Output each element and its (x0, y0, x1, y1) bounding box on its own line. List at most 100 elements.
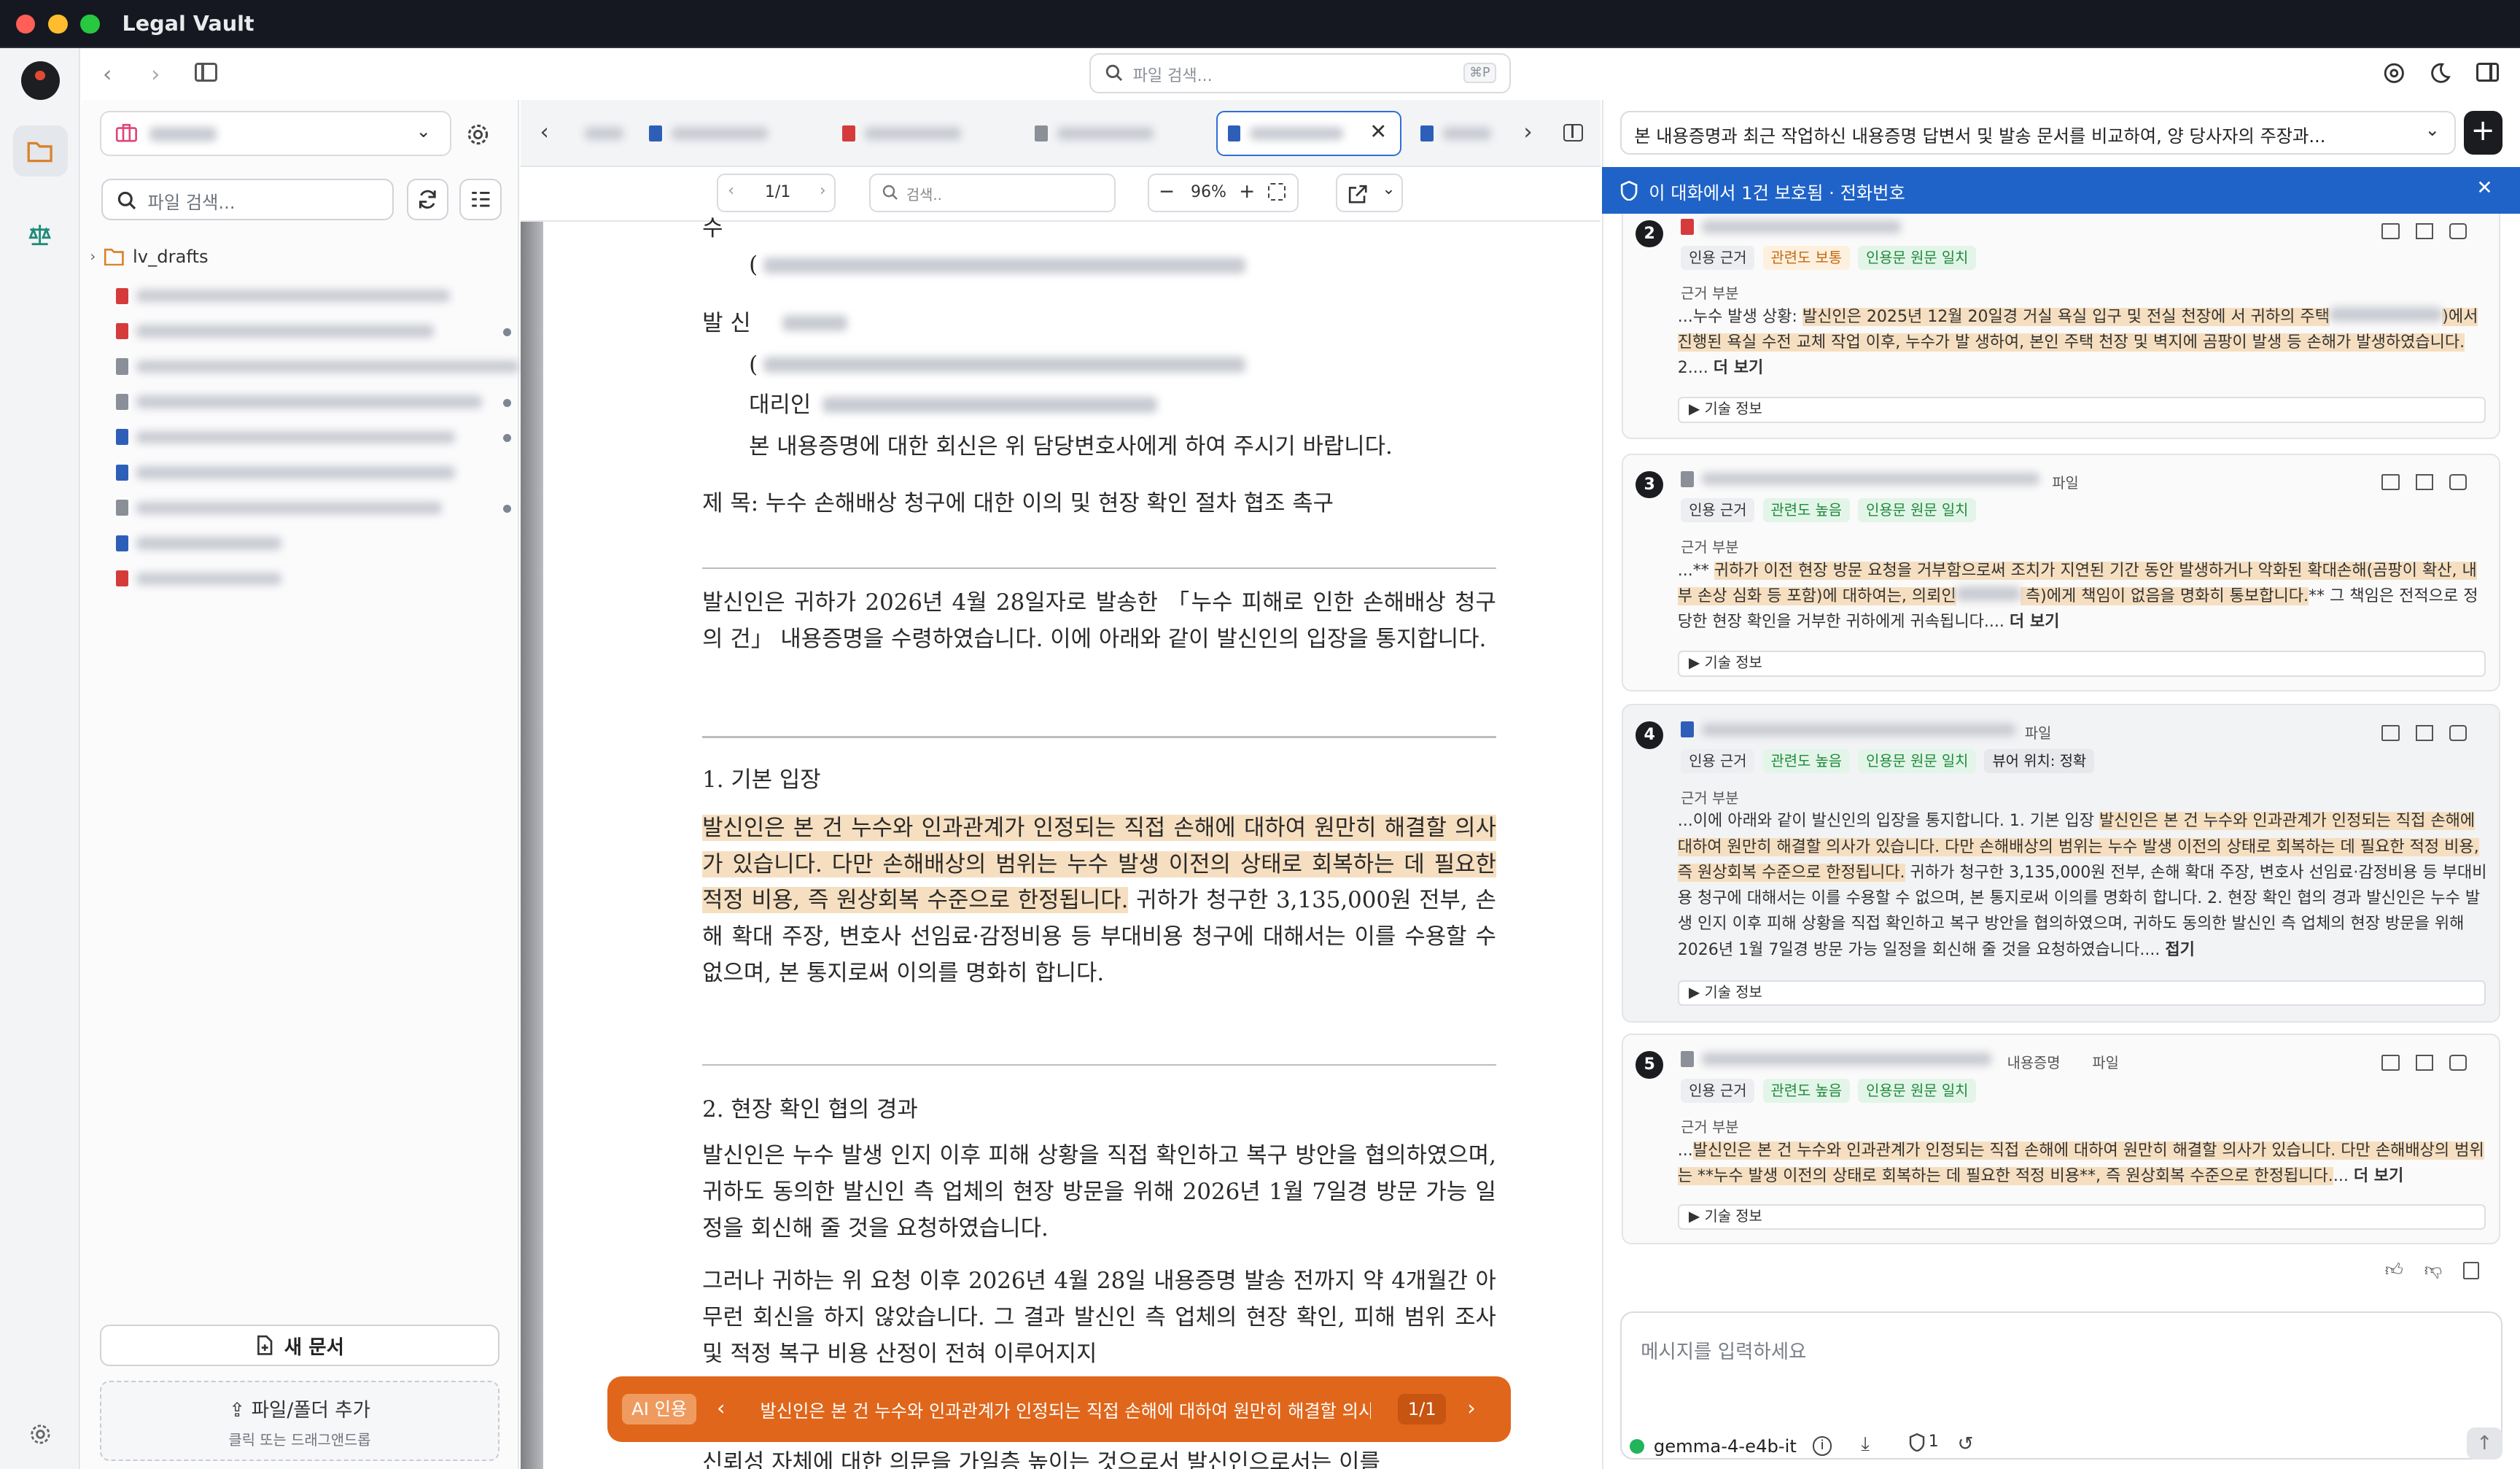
briefcase-icon (116, 124, 138, 143)
refresh-icon (419, 190, 436, 209)
workspace-select[interactable]: ⌄ (99, 111, 452, 156)
close-banner-icon[interactable]: ✕ (2476, 177, 2492, 199)
file-item[interactable] (112, 492, 511, 524)
upload-label: 파일/폴더 추가 (251, 1398, 370, 1422)
file-item[interactable] (112, 527, 506, 559)
badge: 관련도 높음 (1762, 748, 1851, 773)
tab-item[interactable] (639, 111, 820, 156)
preview-icon[interactable] (2381, 1054, 2400, 1071)
forward-button[interactable]: › (151, 61, 160, 88)
help-icon[interactable] (2384, 63, 2405, 84)
show-more-link[interactable]: 더 보기 (1714, 359, 1763, 377)
copy-icon[interactable] (2449, 1054, 2468, 1071)
toggle-right-panel-icon[interactable] (2476, 62, 2500, 82)
tech-info-toggle[interactable]: ▶ 기술 정보 (1677, 980, 2486, 1007)
badge: 인용 근거 (1681, 1078, 1755, 1103)
subject-line: 제 목: 누수 손해배상 청구에 대한 이의 및 현장 확인 절차 협조 촉구 (702, 489, 1334, 516)
file-item[interactable] (112, 350, 519, 382)
file-item[interactable] (112, 421, 511, 453)
preview-icon[interactable] (2381, 223, 2400, 240)
page-navigator[interactable]: ‹ 1/1 › (716, 174, 836, 212)
tab-item[interactable] (1411, 111, 1507, 156)
close-tab-icon[interactable]: ✕ (1369, 119, 1387, 144)
report-icon[interactable] (2462, 1262, 2479, 1280)
prev-page-icon[interactable]: ‹ (728, 182, 734, 200)
collapse-link[interactable]: 접기 (2165, 941, 2195, 959)
zoom-out-button[interactable]: − (1159, 180, 1175, 203)
file-item[interactable] (112, 562, 506, 594)
section-2-paragraph-3: 신뢰성 자체에 대한 의문을 가일층 높이는 것으로서 발신인으로서는 이를 (702, 1449, 1380, 1469)
new-chat-button[interactable]: + (2463, 111, 2502, 155)
chevron-down-icon[interactable]: ⌄ (1382, 180, 1395, 198)
reply-instruction: 본 내용증명에 대한 회신은 위 담당변호사에게 하여 주시기 바랍니다. (749, 433, 1393, 460)
tab-item-active[interactable]: ✕ (1216, 111, 1401, 156)
card-actions (2381, 223, 2468, 240)
refresh-button[interactable] (406, 178, 448, 220)
external-link-icon[interactable] (2415, 725, 2433, 742)
tabs-scroll-left[interactable]: ‹ (540, 119, 549, 145)
external-link-icon[interactable] (2415, 1054, 2433, 1071)
sidebar-search-input[interactable]: 파일 검색... (101, 178, 394, 220)
fit-page-icon[interactable] (1267, 183, 1286, 201)
intro-paragraph: 발신인은 귀하가 2026년 4월 28일자로 발송한 「누수 피해로 인한 손… (702, 589, 1496, 653)
copy-icon[interactable] (2449, 725, 2468, 742)
settings-button[interactable] (13, 1408, 68, 1460)
citation-number: 2 (1636, 220, 1663, 248)
file-item[interactable] (112, 315, 511, 347)
folder-icon (104, 248, 125, 265)
open-external-button[interactable]: ⌄ (1335, 174, 1404, 212)
thumbs-up-icon[interactable]: 👍︎ (2385, 1259, 2403, 1281)
global-search[interactable]: 파일 검색... ⌘P (1089, 53, 1511, 93)
tab-item[interactable] (1025, 111, 1205, 156)
maximize-window-button[interactable] (80, 14, 100, 34)
folder-lv-drafts[interactable]: › lv_drafts (90, 246, 208, 267)
download-icon[interactable]: ⤓ (1861, 1433, 1870, 1456)
conversation-select[interactable]: 본 내용증명과 최근 작업하신 내용증명 답변서 및 발송 문서를 비교하여, … (1619, 111, 2456, 155)
tab-item[interactable] (833, 111, 1013, 156)
show-more-link[interactable]: 더 보기 (2354, 1167, 2403, 1185)
send-button[interactable]: ↑ (2467, 1427, 2502, 1460)
doc-search-input[interactable]: 검색.. (869, 174, 1116, 212)
upload-dropzone[interactable]: ⇪ 파일/폴더 추가 클릭 또는 드래그앤드롭 (99, 1381, 500, 1462)
close-window-button[interactable] (16, 14, 36, 34)
file-item[interactable] (112, 386, 511, 418)
thumbs-down-icon[interactable]: 👎︎ (2424, 1259, 2443, 1281)
files-nav-button[interactable] (12, 125, 68, 177)
external-link-icon[interactable] (2415, 474, 2433, 491)
tree-view-button[interactable] (459, 178, 502, 220)
history-icon[interactable]: ↺ (1957, 1433, 1973, 1455)
tech-info-toggle[interactable]: ▶ 기술 정보 (1677, 397, 2486, 423)
copy-icon[interactable] (2449, 223, 2468, 240)
legal-nav-button[interactable] (13, 209, 68, 261)
file-item[interactable] (112, 457, 506, 489)
toggle-sidebar-icon[interactable] (194, 62, 217, 82)
prev-citation-button[interactable]: ‹ (717, 1395, 725, 1420)
dark-mode-icon[interactable] (2430, 63, 2451, 84)
sender-address: ( (749, 352, 758, 379)
back-button[interactable]: ‹ (103, 61, 112, 88)
minimize-window-button[interactable] (48, 14, 68, 34)
gear-icon[interactable] (466, 123, 490, 147)
tech-info-toggle[interactable]: ▶ 기술 정보 (1677, 651, 2486, 677)
next-citation-button[interactable]: › (1467, 1395, 1475, 1420)
split-view-icon[interactable] (1563, 123, 1583, 142)
divider (702, 567, 1496, 570)
tabs-scroll-right[interactable]: › (1523, 119, 1532, 145)
badge: 인용문 원문 일치 (1858, 748, 1977, 773)
preview-icon[interactable] (2381, 474, 2400, 491)
new-document-button[interactable]: 새 문서 (99, 1325, 500, 1367)
tech-info-toggle[interactable]: ▶ 기술 정보 (1677, 1204, 2486, 1230)
next-page-icon[interactable]: › (820, 182, 826, 200)
conversation-title: 본 내용증명과 최근 작업하신 내용증명 답변서 및 발송 문서를 비교하여, … (1634, 125, 2326, 147)
info-icon[interactable]: i (1812, 1436, 1832, 1456)
zoom-in-button[interactable]: + (1239, 180, 1255, 203)
tab-item[interactable] (575, 111, 633, 156)
protected-indicator[interactable]: 1 (1909, 1433, 1939, 1452)
copy-icon[interactable] (2449, 474, 2468, 491)
preview-icon[interactable] (2381, 725, 2400, 742)
citation-card: 5 내용증명 파일 인용 근거 관련도 높음 인용문 원문 일치 근거 부분 .… (1621, 1034, 2501, 1244)
show-more-link[interactable]: 더 보기 (2010, 613, 2059, 631)
model-selector[interactable]: gemma-4-e4b-it i (1629, 1435, 1832, 1457)
file-item[interactable] (112, 279, 506, 311)
external-link-icon[interactable] (2415, 223, 2433, 240)
